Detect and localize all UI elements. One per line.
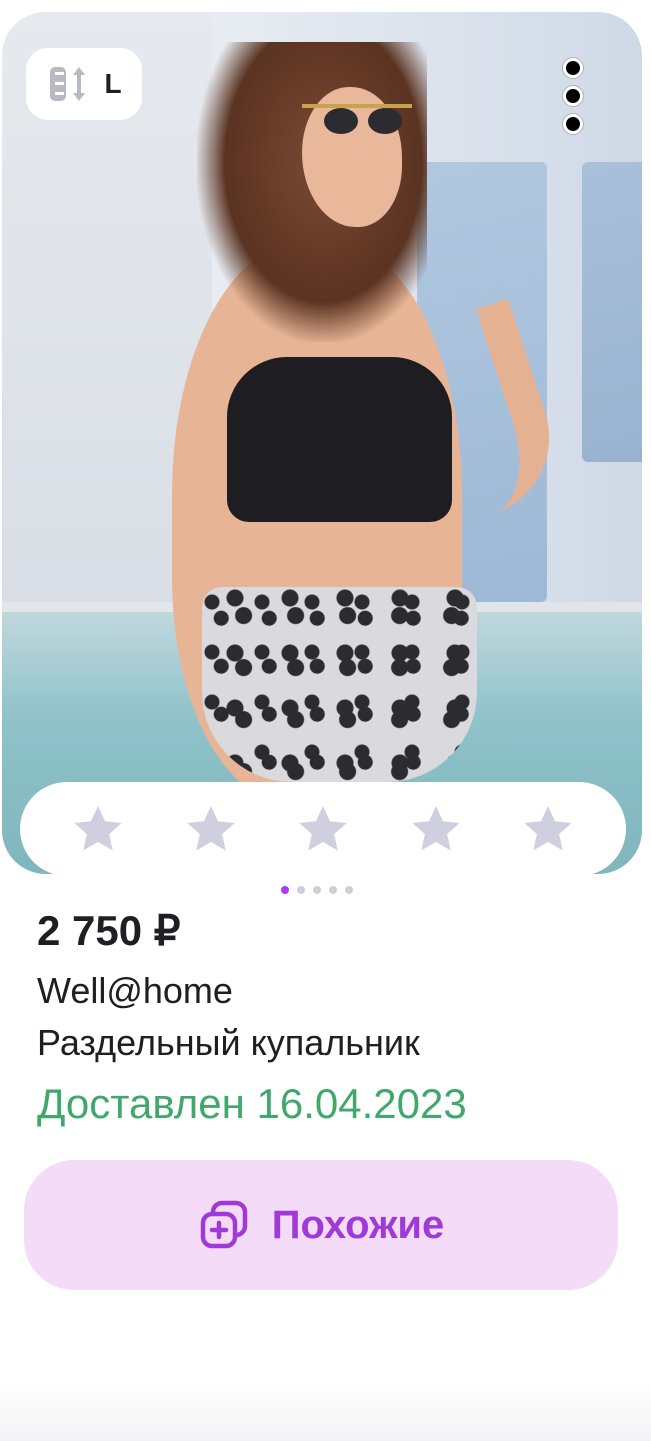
product-image[interactable]: L xyxy=(2,12,642,874)
rating-stars[interactable] xyxy=(20,782,626,874)
bottom-fade xyxy=(0,1381,651,1441)
size-label: L xyxy=(104,68,122,99)
size-arrows-icon xyxy=(50,67,86,101)
star-icon[interactable] xyxy=(293,800,353,858)
star-icon[interactable] xyxy=(518,800,578,858)
photo-background xyxy=(582,162,642,462)
product-title[interactable]: Раздельный купальник xyxy=(37,1022,420,1064)
carousel-dot xyxy=(313,886,321,894)
delivery-status: Доставлен 16.04.2023 xyxy=(37,1080,467,1127)
star-icon[interactable] xyxy=(68,800,128,858)
photo-model xyxy=(227,357,452,522)
size-badge: L xyxy=(26,48,142,120)
carousel-dot xyxy=(281,886,289,894)
carousel-dot xyxy=(297,886,305,894)
carousel-dot xyxy=(329,886,337,894)
star-icon[interactable] xyxy=(406,800,466,858)
carousel-dot xyxy=(345,886,353,894)
carousel-indicator xyxy=(281,886,353,894)
photo-model xyxy=(302,104,412,134)
product-brand[interactable]: Well@home xyxy=(37,970,233,1012)
add-similar-icon xyxy=(200,1200,247,1249)
star-icon[interactable] xyxy=(181,800,241,858)
photo-model xyxy=(202,587,477,782)
product-price: 2 750 ₽ xyxy=(37,907,181,954)
more-vertical-icon[interactable] xyxy=(552,58,594,134)
similar-button[interactable]: Похожие xyxy=(24,1160,618,1290)
similar-button-label: Похожие xyxy=(271,1202,445,1247)
